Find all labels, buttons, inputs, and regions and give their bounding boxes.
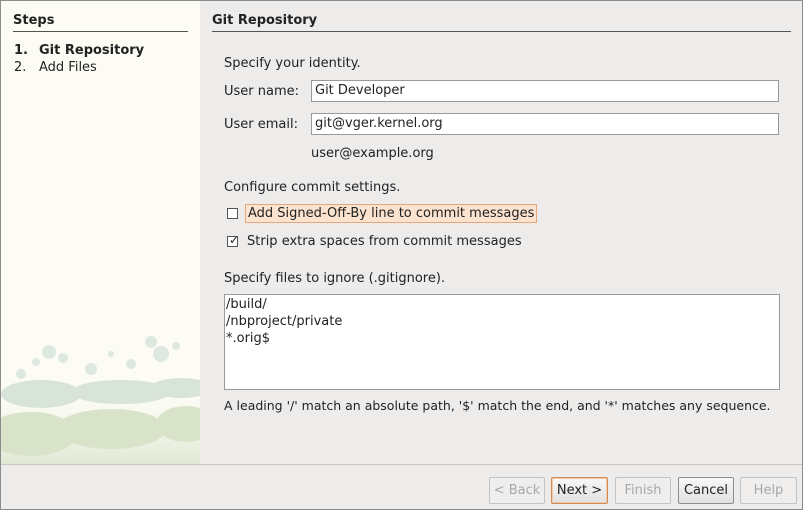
cancel-button[interactable]: Cancel [678, 477, 734, 504]
gitignore-line: /nbproject/private [226, 314, 343, 329]
check-icon: ✓ [229, 233, 240, 247]
strip-spaces-label[interactable]: Strip extra spaces from commit messages [245, 233, 524, 250]
step-number: 1. [14, 43, 28, 58]
gitignore-line: /build/ [226, 297, 267, 312]
step-label: Add Files [39, 60, 97, 75]
email-format-hint: user@example.org [311, 146, 434, 161]
commit-settings-heading: Configure commit settings. [224, 180, 401, 195]
signed-off-label[interactable]: Add Signed-Off-By line to commit message… [245, 204, 538, 223]
back-button[interactable]: < Back [489, 477, 545, 504]
user-name-input[interactable]: Git Developer [311, 80, 779, 102]
user-email-label: User email: [224, 117, 298, 132]
ignore-pattern-hint: A leading '/' match an absolute path, '$… [224, 398, 771, 413]
strip-spaces-checkbox[interactable]: ✓ [227, 233, 240, 247]
identity-heading: Specify your identity. [224, 56, 361, 71]
page-title: Git Repository [212, 13, 318, 28]
steps-panel: Steps 1. Git Repository 2. Add Files [1, 1, 200, 464]
signed-off-row[interactable]: Add Signed-Off-By line to commit message… [227, 204, 538, 223]
ignore-heading: Specify files to ignore (.gitignore). [224, 271, 446, 286]
user-name-label: User name: [224, 84, 300, 99]
step-item-add-files: 2. Add Files [14, 60, 97, 75]
strip-spaces-row[interactable]: ✓ Strip extra spaces from commit message… [227, 233, 524, 250]
footer-divider [1, 464, 802, 465]
next-button[interactable]: Next > [551, 477, 608, 504]
help-button[interactable]: Help [740, 477, 797, 504]
gitignore-line: *.orig$ [226, 331, 271, 346]
steps-title: Steps [13, 13, 55, 28]
wizard-content: Git Repository Specify your identity. Us… [200, 1, 802, 464]
finish-button[interactable]: Finish [615, 477, 671, 504]
step-item-git-repository: 1. Git Repository [14, 43, 144, 58]
decorative-bubbles-image [1, 336, 200, 464]
step-number: 2. [14, 60, 27, 75]
step-label: Git Repository [39, 43, 145, 58]
gitignore-textarea[interactable]: /build/ /nbproject/private *.orig$ [224, 294, 780, 390]
signed-off-checkbox[interactable] [227, 208, 238, 219]
steps-divider [13, 31, 188, 32]
page-title-divider [212, 31, 791, 32]
user-email-input[interactable]: git@vger.kernel.org [311, 113, 779, 135]
wizard-dialog: Steps 1. Git Repository 2. Add Files Git… [0, 0, 803, 510]
